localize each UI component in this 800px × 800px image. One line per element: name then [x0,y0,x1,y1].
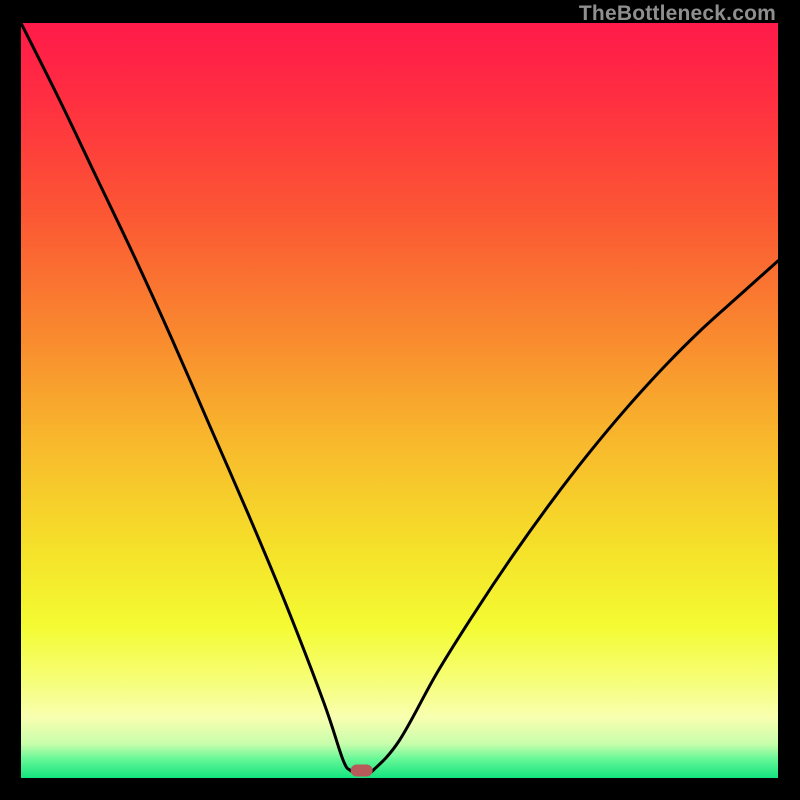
chart-svg [21,23,778,778]
watermark-text: TheBottleneck.com [579,2,776,26]
chart-frame: TheBottleneck.com [0,0,800,800]
plot-area [21,23,778,778]
minimum-marker [351,764,373,776]
gradient-background [21,23,778,778]
